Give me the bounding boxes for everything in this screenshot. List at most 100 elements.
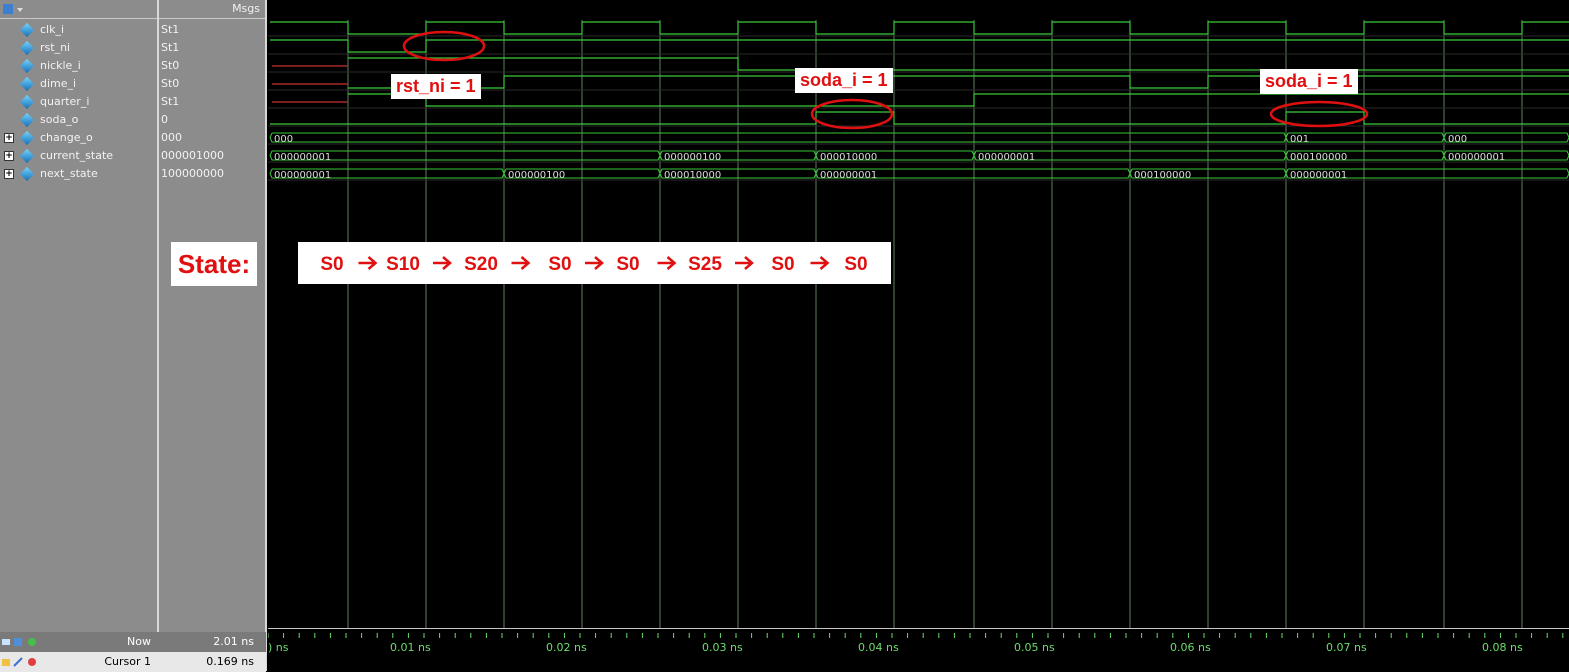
state-item: S25 <box>688 254 722 275</box>
arrow-icon <box>433 256 452 270</box>
expand-icon[interactable]: + <box>4 169 14 179</box>
state-item: S0 <box>844 254 867 275</box>
column-splitter[interactable] <box>265 0 267 671</box>
signal-icon <box>19 112 35 128</box>
signal-icon <box>19 22 35 38</box>
rst-annotation: rst_ni = 1 <box>391 74 481 99</box>
state-item: S20 <box>464 254 498 275</box>
arrow-icon <box>735 256 754 270</box>
signal-value: St0 <box>161 59 180 72</box>
signal-icon <box>19 148 35 164</box>
tick-label: 0.03 ns <box>702 641 743 654</box>
tick-label: 0.04 ns <box>858 641 899 654</box>
state-item: S0 <box>320 254 343 275</box>
tick-label: 0.07 ns <box>1326 641 1367 654</box>
signal-value: St0 <box>161 77 180 90</box>
signal-icon <box>19 58 35 74</box>
expand-icon[interactable]: + <box>4 151 14 161</box>
wave-toolbar-icon[interactable] <box>2 2 24 16</box>
arrow-icon <box>810 256 830 270</box>
waveform <box>270 21 1569 35</box>
signal-icon <box>19 94 35 110</box>
bus-value: 000100000 <box>1290 152 1347 163</box>
bus-value: 000000100 <box>508 170 565 181</box>
bus-value: 000100000 <box>1134 170 1191 181</box>
now-toolbar-icons[interactable] <box>2 637 42 647</box>
signal-name: nickle_i <box>40 59 81 72</box>
cursor-toolbar-icons[interactable] <box>2 657 42 667</box>
bus-value: 000 <box>274 134 293 145</box>
waveform <box>348 75 1569 89</box>
tick-label: 0.02 ns <box>546 641 587 654</box>
signal-row-clk-i[interactable]: clk_i <box>0 21 157 39</box>
bus-segment <box>269 132 1287 143</box>
signal-value: St1 <box>161 95 180 108</box>
state-item: S10 <box>386 254 420 275</box>
tick-label: 0.01 ns <box>390 641 431 654</box>
names-header <box>0 0 157 19</box>
signal-row-quarter-i[interactable]: quarter_i <box>0 93 157 111</box>
tick-label: 0.06 ns <box>1170 641 1211 654</box>
signal-value: St1 <box>161 23 180 36</box>
bus-value: 000 <box>1448 134 1467 145</box>
bus-value: 000010000 <box>820 152 877 163</box>
tick-label: 0.05 ns <box>1014 641 1055 654</box>
waveform <box>270 111 1569 125</box>
waveform <box>348 57 1569 71</box>
signal-name: soda_o <box>40 113 79 126</box>
bus-value: 000010000 <box>664 170 721 181</box>
signal-row-soda-o[interactable]: soda_o <box>0 111 157 129</box>
signal-icon <box>19 166 35 182</box>
arrow-icon <box>585 256 604 270</box>
signal-value: 0 <box>161 113 168 126</box>
bus-value: 000000001 <box>274 170 331 181</box>
state-item: S0 <box>771 254 794 275</box>
expand-icon[interactable]: + <box>4 133 14 143</box>
bus-value: 000000100 <box>664 152 721 163</box>
signal-name: dime_i <box>40 77 77 90</box>
signal-value: 000 <box>161 131 182 144</box>
tick-label: ) ns <box>268 641 289 654</box>
bus-value: 000000001 <box>274 152 331 163</box>
state-label: State: <box>171 242 257 286</box>
signal-value: St1 <box>161 41 180 54</box>
signal-row-current-state[interactable]: + current_state <box>0 147 157 165</box>
signal-name: clk_i <box>40 23 65 36</box>
cursor-value: 0.169 ns <box>206 655 254 668</box>
signal-name: next_state <box>40 167 98 180</box>
bus-value: 000000001 <box>1448 152 1505 163</box>
bus-value: 000000001 <box>1290 170 1347 181</box>
bus-segment <box>1285 132 1445 143</box>
signal-value: 000001000 <box>161 149 224 162</box>
signal-row-dime-i[interactable]: dime_i <box>0 75 157 93</box>
arrow-icon <box>511 256 531 270</box>
signal-name: rst_ni <box>40 41 71 54</box>
now-value: 2.01 ns <box>213 635 254 648</box>
state-item: S0 <box>548 254 571 275</box>
highlight-ellipse <box>810 98 894 130</box>
time-scale: ) ns 0.01 ns 0.02 ns 0.03 ns 0.04 ns 0.05 ns 0… <box>268 628 1569 672</box>
soda-annotation-2: soda_i = 1 <box>1260 69 1358 94</box>
signal-row-change-o[interactable]: + change_o <box>0 129 157 147</box>
signal-icon <box>19 40 35 56</box>
signal-row-next-state[interactable]: + next_state <box>0 165 157 183</box>
waveform <box>348 93 1569 107</box>
bus-value: 000000001 <box>820 170 877 181</box>
bus-value: 001 <box>1290 134 1309 145</box>
signal-name: current_state <box>40 149 114 162</box>
tick-label: 0.08 ns <box>1482 641 1523 654</box>
cursor-row[interactable]: Cursor 1 0.169 ns <box>0 652 266 672</box>
waveform-area[interactable]: 000 001 000 000000001 000000100 000010000 0000… <box>268 0 1569 671</box>
arrow-icon <box>358 256 378 270</box>
signal-icon <box>19 130 35 146</box>
state-sequence: S0 S10 S20 S0 S0 S25 S0 S0 <box>298 242 891 284</box>
cursor-label: Cursor 1 <box>104 655 151 668</box>
signal-row-rst-ni[interactable]: rst_ni <box>0 39 157 57</box>
signal-icon <box>19 76 35 92</box>
arrow-icon <box>657 256 677 270</box>
bus-value: 000000001 <box>978 152 1035 163</box>
signal-row-nickle-i[interactable]: nickle_i <box>0 57 157 75</box>
msgs-header: Msgs <box>159 0 265 19</box>
state-item: S0 <box>616 254 639 275</box>
signal-name: change_o <box>40 131 93 144</box>
